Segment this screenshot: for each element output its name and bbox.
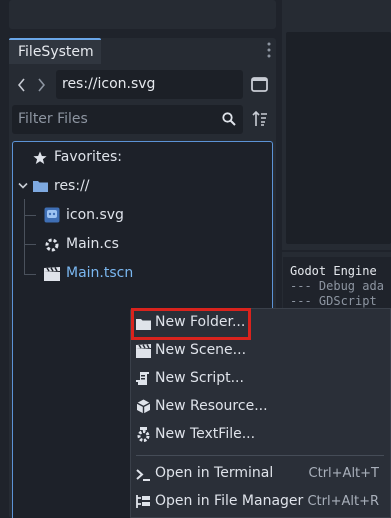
path-value: res://icon.svg [62, 76, 156, 92]
favorites-star-icon [33, 151, 47, 165]
path-field[interactable]: res://icon.svg [56, 70, 243, 99]
menu-item-new-script[interactable]: New Script... [130, 365, 391, 393]
menu-item-label: New TextFile... [155, 426, 256, 442]
tree-guide-line [24, 244, 36, 245]
tree-file-selected[interactable]: Main.tscn [66, 265, 133, 281]
scene-icon [136, 343, 151, 362]
menu-item-open-terminal[interactable]: Open in Terminal Ctrl+Alt+T [130, 460, 391, 488]
menu-item-label: Open in File Manager [155, 493, 304, 509]
scene-icon [44, 267, 60, 281]
filter-files-input[interactable]: Filter Files [12, 105, 243, 134]
viewport-panel [282, 0, 391, 250]
menu-item-new-scene[interactable]: New Scene... [130, 337, 391, 365]
folder-icon [33, 180, 48, 192]
tree-favorites[interactable]: Favorites: [54, 149, 122, 165]
console-line: --- Debug ada [290, 279, 384, 293]
scene-dock-panel [9, 0, 276, 29]
console-line: --- GDScript [290, 294, 377, 308]
dock-menu-icon[interactable] [267, 42, 271, 62]
menu-item-label: New Resource... [155, 398, 268, 414]
menu-item-new-textfile[interactable]: New TextFile... [130, 421, 391, 449]
tree-guide-line [24, 215, 36, 216]
menu-separator [136, 455, 384, 456]
menu-item-shortcut: Ctrl+Alt+R [307, 494, 379, 509]
tree-file[interactable]: Main.cs [66, 236, 119, 252]
search-icon [222, 112, 236, 126]
textfile-icon [136, 427, 151, 446]
chevron-down-icon[interactable] [18, 182, 28, 190]
console-line: Godot Engine [290, 264, 377, 278]
filter-placeholder: Filter Files [18, 111, 88, 127]
menu-item-label: New Script... [155, 370, 244, 386]
tree-root[interactable]: res:// [54, 178, 90, 194]
resource-icon [136, 399, 151, 418]
menu-item-new-resource[interactable]: New Resource... [130, 393, 391, 421]
tree-guide-line [24, 199, 25, 275]
menu-item-shortcut: Ctrl+Alt+T [308, 466, 379, 481]
menu-item-label: New Scene... [155, 342, 247, 358]
toggle-split-icon[interactable] [251, 77, 268, 92]
menu-item-label: Open in Terminal [155, 465, 274, 481]
menu-item-open-file-manager[interactable]: Open in File Manager Ctrl+Alt+R [130, 488, 391, 516]
forward-icon[interactable] [37, 78, 45, 92]
highlight-box [131, 308, 251, 340]
csharp-script-icon [44, 237, 60, 253]
svg-image-icon [44, 207, 60, 223]
file-manager-icon [136, 494, 151, 513]
tab-filesystem[interactable]: FileSystem [9, 38, 101, 64]
tree-guide-line [24, 274, 36, 275]
sort-icon[interactable] [252, 111, 268, 127]
terminal-icon [136, 466, 151, 485]
tree-file[interactable]: icon.svg [66, 207, 124, 223]
script-icon [136, 371, 150, 390]
back-icon[interactable] [18, 78, 26, 92]
